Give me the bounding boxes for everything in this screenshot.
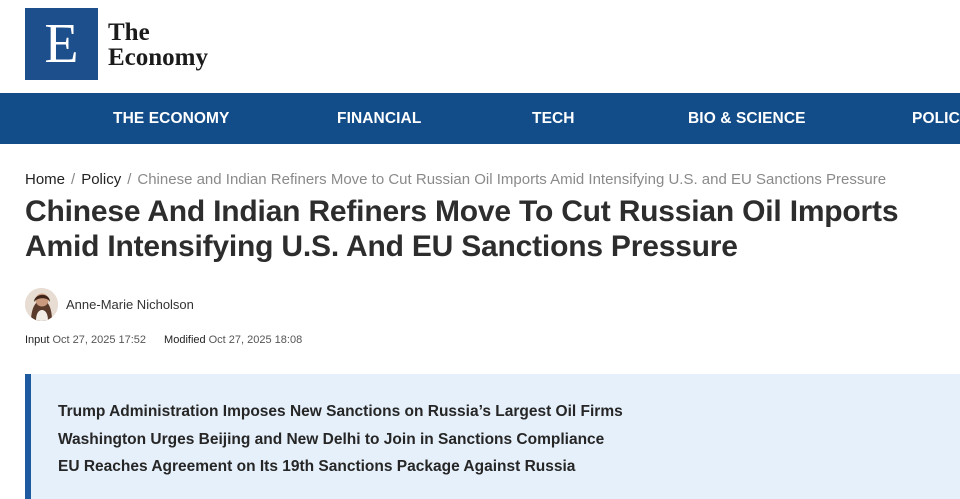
site-logo-text[interactable]: The Economy: [108, 20, 208, 70]
breadcrumb: Home / Policy / Chinese and Indian Refiners …: [25, 171, 886, 188]
logo-icon[interactable]: E: [25, 8, 98, 80]
modified-label: Modified: [164, 334, 206, 346]
logo-line-1: The: [108, 19, 150, 46]
nav-item-the-economy[interactable]: THE ECONOMY: [113, 93, 230, 144]
summary-item: EU Reaches Agreement on Its 19th Sanctio…: [58, 458, 576, 475]
page: E The Economy THE ECONOMY FINANCIAL TECH…: [0, 0, 960, 499]
nav-item-bio-science[interactable]: BIO & SCIENCE: [688, 93, 806, 144]
article-summary-box: Trump Administration Imposes New Sanctio…: [25, 374, 960, 499]
summary-item: Washington Urges Beijing and New Delhi t…: [58, 430, 605, 448]
breadcrumb-separator: /: [71, 171, 76, 188]
summary-list: Trump Administration Imposes New Sanctio…: [58, 398, 623, 481]
summary-item: Trump Administration Imposes New Sanctio…: [58, 403, 623, 420]
modified-date: Oct 27, 2025 18:08: [208, 334, 303, 346]
avatar-image: [25, 288, 58, 321]
article-dates: Input Oct 27, 2025 17:52 Modified Oct 27, 2…: [25, 334, 320, 346]
nav-item-policy[interactable]: POLICY: [912, 93, 960, 144]
input-label: Input: [25, 334, 50, 346]
logo-line-2: Economy: [108, 44, 208, 71]
article-title: Chinese And Indian Refiners Move To Cut …: [25, 195, 899, 263]
breadcrumb-home[interactable]: Home: [25, 171, 65, 188]
breadcrumb-policy[interactable]: Policy: [81, 171, 121, 188]
author-avatar[interactable]: [25, 288, 58, 321]
input-date: Oct 27, 2025 17:52: [52, 334, 147, 346]
breadcrumb-separator: /: [127, 171, 132, 188]
author-name[interactable]: Anne-Marie Nicholson: [66, 297, 194, 312]
main-nav: THE ECONOMY FINANCIAL TECH BIO & SCIENCE…: [0, 93, 960, 144]
nav-item-financial[interactable]: FINANCIAL: [337, 93, 421, 144]
nav-item-tech[interactable]: TECH: [532, 93, 575, 144]
breadcrumb-current: Chinese and Indian Refiners Move to Cut …: [137, 171, 887, 188]
site-header: E The Economy: [0, 0, 960, 93]
